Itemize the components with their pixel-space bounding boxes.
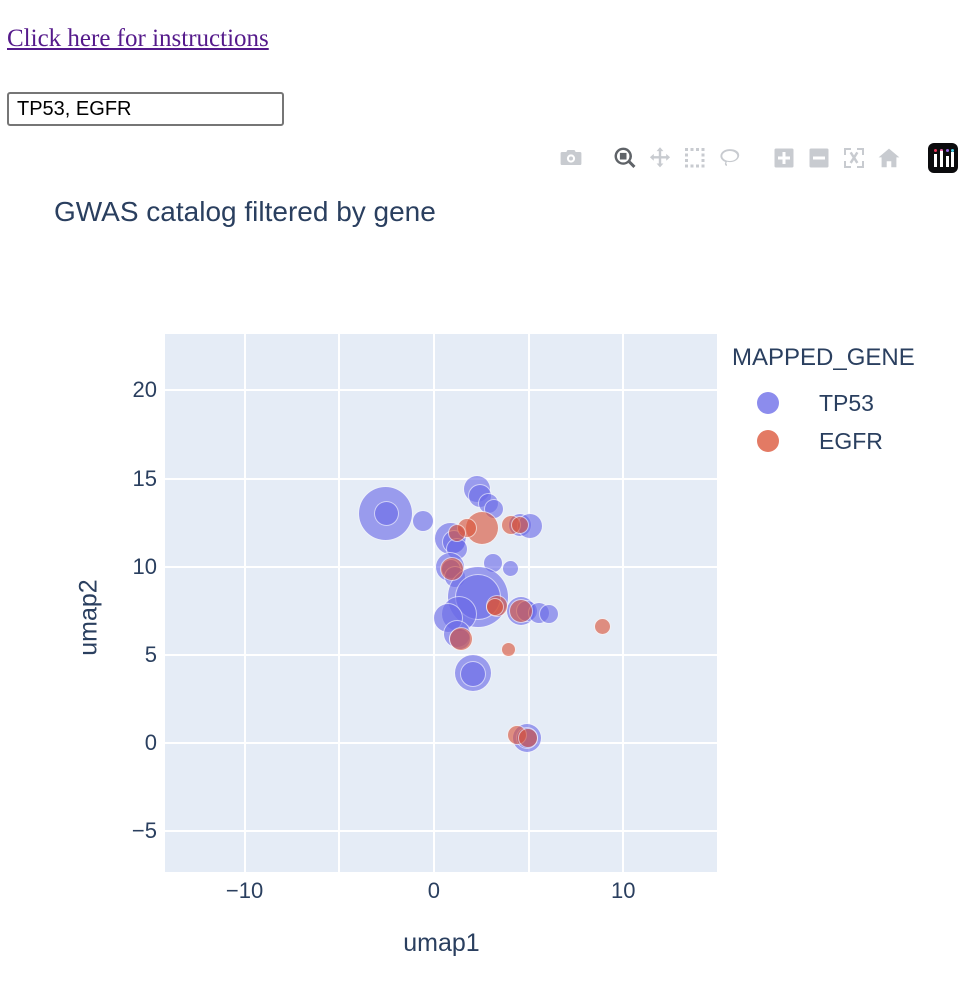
y-tick-label: 15: [132, 465, 157, 491]
plotly-logo-button[interactable]: [925, 142, 960, 174]
plotly-chart-container: GWAS catalog filtered by gene −5 0 5 10 15 20…: [0, 134, 974, 992]
magnifier-icon: [614, 147, 635, 168]
gridline-vertical: [243, 334, 246, 872]
scatter-point-egfr[interactable]: [509, 598, 534, 623]
scatter-plot-area[interactable]: [165, 334, 718, 872]
gridline-vertical: [717, 334, 718, 872]
zoom-in-button[interactable]: [766, 142, 801, 174]
lasso-select-button[interactable]: [712, 142, 747, 174]
scatter-point-tp53[interactable]: [459, 661, 486, 688]
autoscale-button[interactable]: [836, 142, 871, 174]
gridline-vertical: [622, 334, 625, 872]
legend-label-tp53: TP53: [819, 389, 874, 416]
legend-swatch-egfr: [757, 430, 779, 452]
scatter-point-tp53[interactable]: [502, 560, 520, 578]
pan-button[interactable]: [642, 142, 677, 174]
modebar-group-drag: [607, 142, 747, 174]
gridline-horizontal: [165, 742, 718, 745]
zoom-button[interactable]: [607, 142, 642, 174]
scatter-point-egfr[interactable]: [593, 618, 611, 636]
lasso-icon: [719, 149, 739, 166]
plus-square-icon: [774, 148, 793, 168]
minus-square-icon: [809, 148, 828, 168]
x-axis-title: umap1: [403, 929, 480, 957]
gridline-horizontal: [165, 389, 718, 392]
legend-label-egfr: EGFR: [819, 427, 883, 454]
y-axis-tick-labels: −5 0 5 10 15 20: [120, 134, 157, 992]
gridline-horizontal: [165, 654, 718, 657]
legend-swatch-tp53: [757, 392, 779, 414]
instructions-link[interactable]: Click here for instructions: [7, 24, 269, 54]
zoom-out-button[interactable]: [801, 142, 836, 174]
move-arrows-icon: [649, 147, 670, 168]
camera-icon: [560, 150, 581, 165]
legend-item-tp53[interactable]: TP53: [732, 384, 962, 422]
plotly-modebar: [553, 138, 960, 178]
scatter-point-egfr[interactable]: [485, 598, 504, 617]
y-tick-label: 10: [132, 553, 157, 579]
scatter-point-tp53[interactable]: [411, 509, 434, 532]
x-tick-label: −10: [225, 878, 264, 903]
modebar-group-camera: [553, 142, 588, 174]
gene-search-input[interactable]: [7, 92, 284, 126]
gridline-horizontal: [165, 830, 718, 833]
box-select-button[interactable]: [677, 142, 712, 174]
scatter-point-egfr[interactable]: [511, 515, 530, 534]
legend-title: MAPPED_GENE: [732, 344, 915, 371]
y-axis-title: umap2: [74, 579, 103, 656]
chart-legend: MAPPED_GENE TP53 EGFR: [732, 344, 962, 460]
scatter-point-tp53[interactable]: [538, 604, 559, 625]
y-tick-label: 5: [144, 642, 157, 668]
home-icon: [878, 148, 899, 168]
scatter-point-egfr[interactable]: [449, 627, 474, 652]
x-tick-label: 0: [427, 878, 441, 903]
gridline-vertical: [432, 334, 435, 872]
scatter-point-egfr[interactable]: [517, 727, 538, 748]
gridline-horizontal: [165, 477, 718, 480]
x-axis-tick-labels: −10 0 10: [0, 878, 974, 908]
modebar-group-zoom: [766, 142, 906, 174]
modebar-group-logo: [925, 142, 960, 174]
scatter-point-egfr[interactable]: [439, 556, 464, 581]
y-tick-label: 0: [144, 730, 157, 756]
scatter-point-egfr[interactable]: [447, 524, 466, 543]
y-tick-label: −5: [131, 818, 157, 844]
chart-title: GWAS catalog filtered by gene: [54, 196, 436, 227]
legend-item-egfr[interactable]: EGFR: [732, 422, 962, 460]
dotted-square-icon: [684, 148, 704, 168]
gridline-vertical: [338, 334, 341, 872]
x-tick-label: 10: [611, 878, 636, 903]
reset-axes-button[interactable]: [871, 142, 906, 174]
y-tick-label: 20: [132, 377, 157, 403]
expand-brackets-icon: [843, 148, 864, 168]
plotly-logo-icon: [927, 143, 958, 173]
download-plot-as-png-button[interactable]: [553, 142, 588, 174]
